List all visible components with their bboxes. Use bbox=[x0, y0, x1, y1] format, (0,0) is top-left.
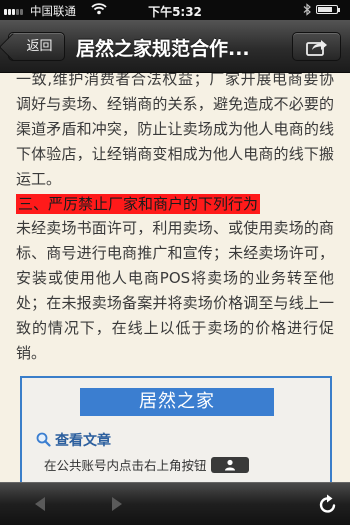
profile-button-chip bbox=[210, 457, 249, 473]
back-arrow-icon[interactable] bbox=[33, 496, 47, 516]
clock: 下午5:32 bbox=[148, 5, 202, 19]
share-icon bbox=[306, 40, 327, 56]
brand-banner: 居然之家 bbox=[80, 388, 274, 416]
article-paragraph: 未经卖场书面许可，利用卖场、或使用卖场的商标、商号进行电商推广和宣传；未经卖场许… bbox=[16, 219, 334, 362]
page-title: 居然之家规范合作... bbox=[76, 38, 250, 60]
battery-icon bbox=[316, 5, 338, 14]
section-heading-row: 三、严厉禁止厂家和商户的下列行为 bbox=[0, 192, 350, 216]
back-button[interactable]: 返回 bbox=[8, 32, 65, 61]
article-content[interactable]: 一致,维护消费者合法权益；厂家开展电商要协调好与卖场、经销商的关系，避免造成不必… bbox=[0, 73, 350, 482]
battery-level bbox=[318, 7, 333, 12]
card-hint: 在公共账号内点击右上角按钮 bbox=[44, 455, 249, 474]
bluetooth-icon bbox=[303, 3, 311, 19]
search-icon bbox=[36, 432, 51, 447]
person-icon bbox=[224, 459, 235, 471]
refresh-icon[interactable] bbox=[318, 493, 338, 519]
navigation-bar: 返回 居然之家规范合作... bbox=[0, 20, 350, 73]
view-articles-link[interactable]: 查看文章 bbox=[36, 430, 111, 450]
screen: 中国联通 下午5:32 返回 居然之家规范合作... 一致,维护消费者合法权益；… bbox=[0, 0, 350, 525]
battery-tip bbox=[338, 8, 340, 12]
forward-arrow-icon[interactable] bbox=[110, 496, 124, 516]
section-heading: 三、严厉禁止厂家和商户的下列行为 bbox=[16, 194, 261, 214]
status-bar: 中国联通 下午5:32 bbox=[0, 0, 350, 20]
card-hint-text: 在公共账号内点击右上角按钮 bbox=[44, 458, 207, 473]
account-card: 居然之家 查看文章 在公共账号内点击右上角按钮 bbox=[20, 376, 332, 482]
view-articles-label: 查看文章 bbox=[55, 433, 111, 449]
browser-toolbar bbox=[0, 482, 350, 525]
article-paragraph: 一致,维护消费者合法权益；厂家开展电商要协调好与卖场、经销商的关系，避免造成不必… bbox=[16, 73, 334, 188]
back-button-label: 返回 bbox=[26, 39, 53, 54]
share-button[interactable] bbox=[292, 32, 341, 61]
